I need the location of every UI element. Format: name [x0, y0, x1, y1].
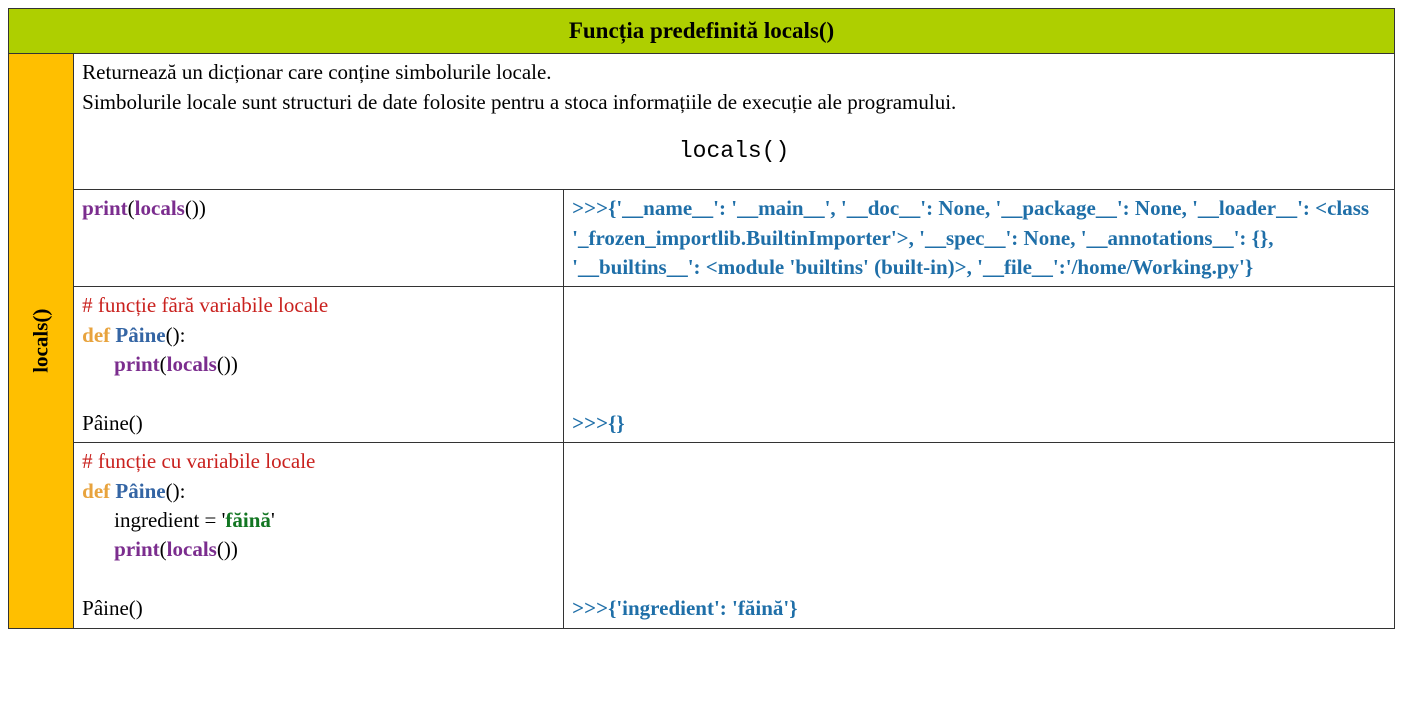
code-token: ():: [166, 479, 186, 503]
description-cell: Returnează un dicționar care conține sim…: [74, 54, 1395, 190]
code-token: ()): [185, 196, 206, 220]
code-line: Pâine(): [82, 409, 555, 438]
code-line: def Pâine():: [82, 321, 555, 350]
code-token: Pâine: [115, 323, 165, 347]
code-line: print(locals()): [82, 350, 555, 379]
code-token: (: [160, 537, 167, 561]
output-cell-3: >>>{'ingredient': 'făină'}: [564, 443, 1395, 628]
code-token: ():: [166, 323, 186, 347]
desc-line1: Returnează un dicționar care conține sim…: [82, 60, 551, 84]
repl-prompt: >>>: [572, 196, 608, 220]
example-row-2: # funcție fără variabile locale def Pâine…: [9, 287, 1395, 443]
repl-prompt: >>>: [572, 596, 608, 620]
desc-line2: Simbolurile locale sunt structuri de dat…: [82, 90, 956, 114]
code-token: print: [114, 352, 160, 376]
code-cell-2: # funcție fără variabile locale def Pâine…: [74, 287, 564, 443]
side-label-cell: locals(): [9, 54, 74, 628]
code-token: locals: [167, 537, 217, 561]
code-token: locals: [167, 352, 217, 376]
example-row-1: print(locals()) >>>{'__name__': '__main_…: [9, 190, 1395, 287]
side-label-text: locals(): [26, 309, 55, 373]
repl-output: {'ingredient': 'făină'}: [608, 596, 797, 620]
code-token: Pâine(): [82, 411, 143, 435]
repl-output: {'__name__': '__main__', '__doc__': None…: [572, 196, 1369, 279]
code-line: [82, 565, 555, 594]
code-cell-1: print(locals()): [74, 190, 564, 287]
code-cell-3: # funcție cu variabile localedef Pâine()…: [74, 443, 564, 628]
code-token: ingredient = ': [114, 508, 225, 532]
example-row-3: # funcție cu variabile localedef Pâine()…: [9, 443, 1395, 628]
code-token: def: [82, 479, 115, 503]
output-cell-2: >>>{}: [564, 287, 1395, 443]
code-token: # funcție cu variabile locale: [82, 449, 315, 473]
code-line: def Pâine():: [82, 477, 555, 506]
code-token: făină: [225, 508, 271, 532]
table-title: Funcția predefinită locals(): [9, 9, 1395, 54]
code-line: ingredient = 'făină': [82, 506, 555, 535]
code-token: # funcție fără variabile locale: [82, 293, 328, 317]
code-token: locals: [135, 196, 185, 220]
code-token: Pâine(): [82, 596, 143, 620]
code-token: print: [114, 537, 160, 561]
locals-reference-table: Funcția predefinită locals() locals() Re…: [8, 8, 1395, 629]
output-cell-1: >>>{'__name__': '__main__', '__doc__': N…: [564, 190, 1395, 287]
code-line: # funcție fără variabile locale: [82, 291, 555, 320]
code-line: [82, 380, 555, 409]
code-token: ': [271, 508, 275, 532]
function-signature: locals(): [82, 135, 1386, 167]
code-line: print(locals()): [82, 535, 555, 564]
code-line: # funcție cu variabile locale: [82, 447, 555, 476]
repl-prompt: >>>: [572, 411, 608, 435]
repl-output: {}: [608, 411, 625, 435]
code-token: ()): [217, 537, 238, 561]
code-token: def: [82, 323, 115, 347]
table-header-row: Funcția predefinită locals(): [9, 9, 1395, 54]
code-line: Pâine(): [82, 594, 555, 623]
code-token: (: [128, 196, 135, 220]
code-token: print: [82, 196, 128, 220]
code-token: Pâine: [115, 479, 165, 503]
code-token: (: [160, 352, 167, 376]
description-row: locals() Returnează un dicționar care co…: [9, 54, 1395, 190]
code-token: ()): [217, 352, 238, 376]
